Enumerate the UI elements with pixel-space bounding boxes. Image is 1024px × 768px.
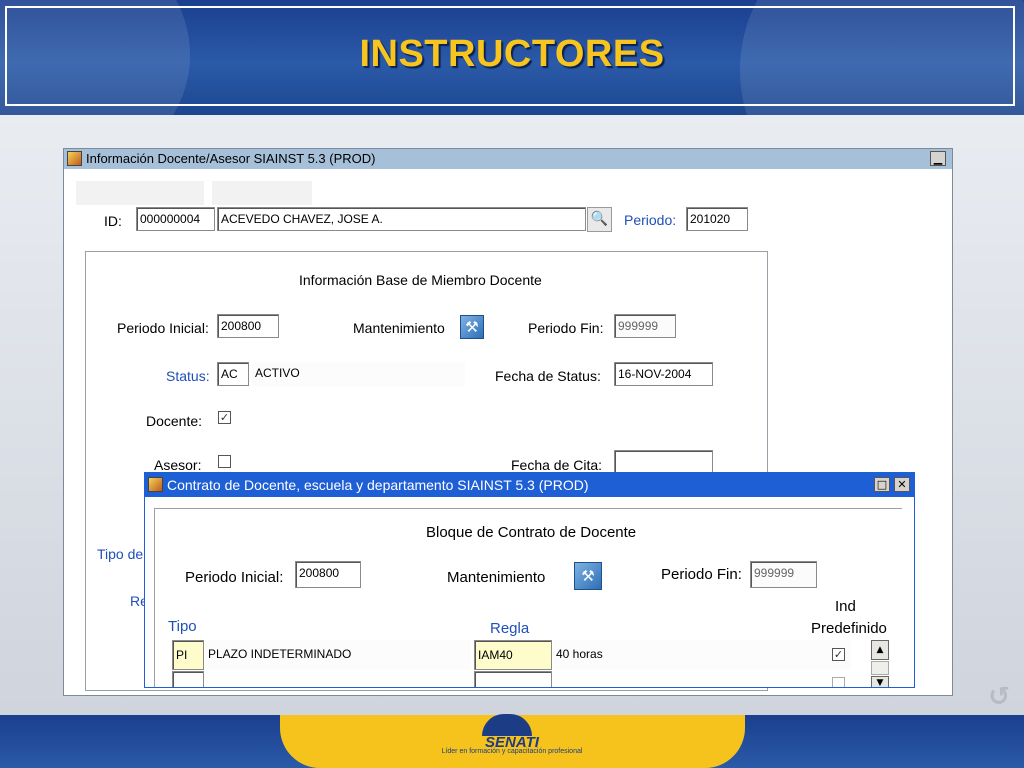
window-contrato-docente: Contrato de Docente, escuela y departame…	[144, 472, 915, 688]
checkmark-icon: ✓	[219, 411, 230, 424]
tool-icon: ⚒	[581, 567, 595, 585]
docente-checkbox[interactable]: ✓	[218, 411, 231, 424]
periodo-fin-label: Periodo Fin:	[528, 320, 604, 336]
fecha-status-field[interactable]: 16-NOV-2004	[614, 362, 713, 386]
periodo-inicial-field[interactable]: 200800	[217, 314, 279, 338]
mantenimiento-button[interactable]: ⚒	[574, 562, 602, 590]
fecha-cita-label: Fecha de Cita:	[511, 457, 603, 473]
close-button[interactable]: ✕	[894, 477, 910, 492]
block-heading: Bloque de Contrato de Docente	[426, 524, 637, 541]
arrow-up-icon: ▲	[876, 645, 884, 655]
periodo-fin-label: Periodo Fin:	[661, 566, 742, 583]
divider	[154, 508, 155, 687]
tipo-field[interactable]: PI	[172, 640, 204, 670]
id-field[interactable]: 000000004	[136, 207, 215, 231]
col-header-ind: Ind	[835, 598, 856, 615]
arrow-down-icon: ▼	[876, 678, 884, 688]
fecha-status-label: Fecha de Status:	[495, 368, 601, 384]
minimize-button[interactable]: ▁	[930, 151, 946, 166]
mantenimiento-label: Mantenimiento	[353, 320, 445, 336]
window-title: Información Docente/Asesor SIAINST 5.3 (…	[86, 151, 376, 166]
periodo-fin-field[interactable]: 999999	[750, 561, 817, 588]
fecha-cita-field[interactable]	[614, 450, 713, 474]
window-titlebar[interactable]: Información Docente/Asesor SIAINST 5.3 (…	[64, 149, 952, 169]
app-icon	[67, 151, 82, 166]
status-code-field[interactable]: AC	[217, 362, 249, 386]
maximize-button[interactable]: □	[874, 477, 890, 492]
asesor-label: Asesor:	[154, 457, 202, 473]
periodo-fin-field[interactable]: 999999	[614, 314, 676, 338]
window-title: Contrato de Docente, escuela y departame…	[167, 477, 589, 493]
scrollbar-track[interactable]	[871, 661, 889, 675]
asesor-checkbox[interactable]	[218, 455, 231, 468]
periodo-label: Periodo:	[624, 212, 677, 228]
scroll-down-button[interactable]: ▼	[871, 676, 889, 688]
search-icon: 🔍	[590, 211, 609, 227]
slide-header: INSTRUCTORES	[0, 0, 1024, 115]
name-field[interactable]: ACEVEDO CHAVEZ, JOSE A.	[217, 207, 586, 231]
scroll-up-button[interactable]: ▲	[871, 640, 889, 660]
regla-description: 40 horas	[553, 640, 851, 670]
toolbar-placeholder	[76, 181, 204, 205]
docente-label: Docente:	[146, 413, 203, 429]
ind-predefinido-checkbox[interactable]: ✓	[832, 648, 845, 661]
regla-field[interactable]	[474, 671, 552, 687]
divider	[154, 508, 902, 509]
periodo-inicial-label: Periodo Inicial:	[185, 569, 284, 586]
tipo-label-partial: Tipo de	[97, 546, 144, 562]
status-description: ACTIVO	[252, 362, 465, 386]
slide-title: INSTRUCTORES	[359, 33, 665, 75]
tool-icon: ⚒	[465, 318, 479, 336]
panel-heading: Información Base de Miembro Docente	[299, 272, 542, 288]
periodo-inicial-field[interactable]: 200800	[295, 561, 361, 588]
app-icon	[148, 477, 163, 492]
id-label: ID:	[104, 213, 122, 229]
logo-slogan: Líder en formación y capacitación profes…	[441, 748, 583, 755]
periodo-inicial-label: Periodo Inicial:	[117, 320, 209, 336]
mantenimiento-button[interactable]: ⚒	[460, 315, 484, 339]
toolbar-placeholder	[212, 181, 312, 205]
col-header-predefinido: Predefinido	[811, 620, 887, 637]
tipo-description: PLAZO INDETERMINADO	[205, 640, 471, 670]
regla-field[interactable]: IAM40	[474, 640, 552, 670]
window-titlebar[interactable]: Contrato de Docente, escuela y departame…	[145, 473, 914, 497]
search-button[interactable]: 🔍	[587, 207, 612, 232]
return-icon[interactable]: ↺	[985, 683, 1013, 711]
tipo-field[interactable]	[172, 671, 204, 687]
mantenimiento-label: Mantenimiento	[447, 569, 546, 586]
checkmark-icon: ✓	[833, 648, 844, 661]
col-header-tipo: Tipo	[168, 618, 197, 635]
periodo-field[interactable]: 201020	[686, 207, 748, 231]
ind-predefinido-checkbox[interactable]	[832, 677, 845, 687]
col-header-regla: Regla	[490, 620, 530, 637]
status-label: Status:	[166, 368, 210, 384]
